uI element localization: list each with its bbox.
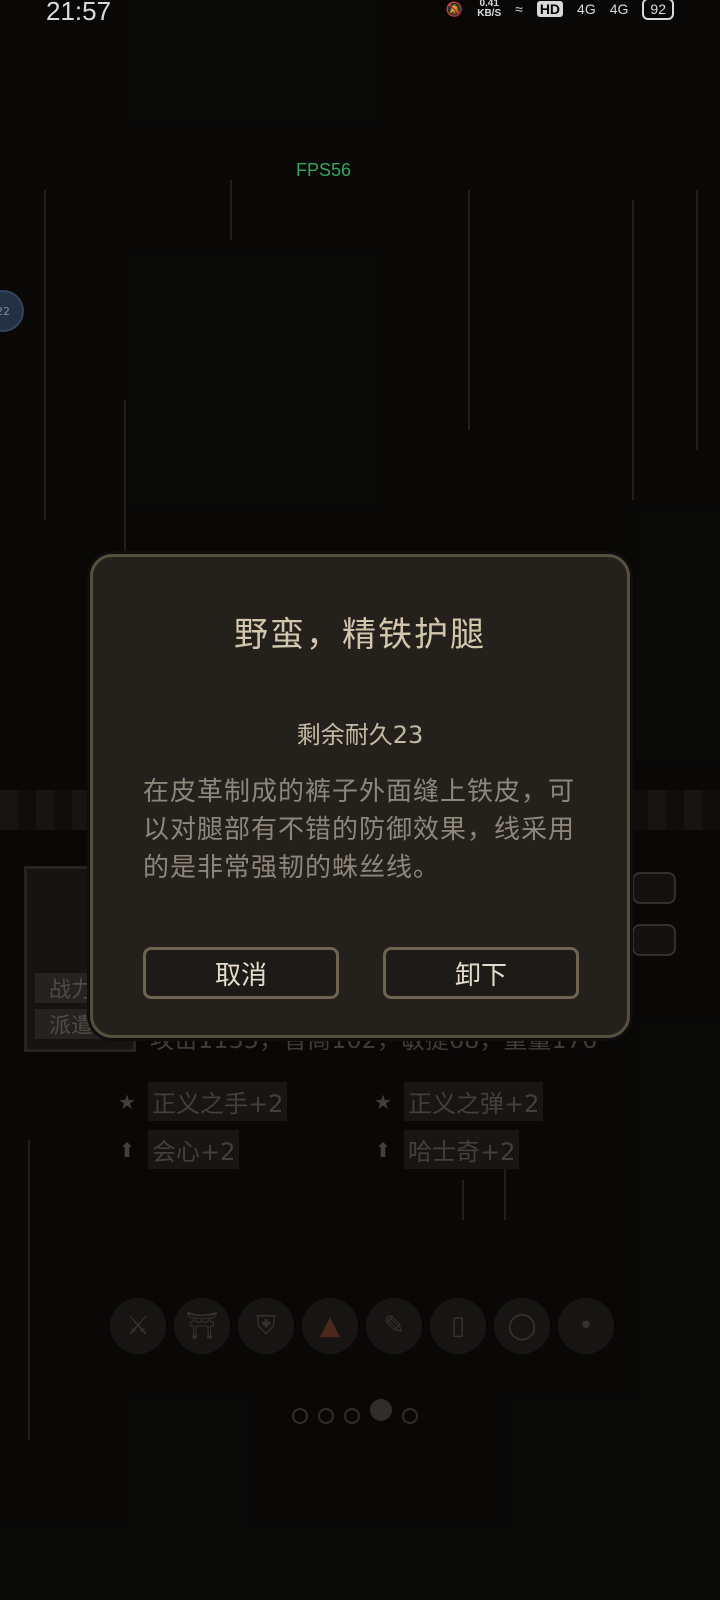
item-description: 在皮革制成的裤子外面缝上铁皮，可以对腿部有不错的防御效果，线采用的是非常强韧的蛛…: [143, 777, 576, 883]
unequip-button[interactable]: 卸下: [383, 947, 579, 999]
cancel-button[interactable]: 取消: [143, 947, 339, 999]
item-durability: 剩余耐久23: [296, 721, 424, 749]
item-title: 野蛮，精铁护腿: [234, 615, 486, 655]
item-detail-dialog: 野蛮，精铁护腿 剩余耐久23 在皮革制成的裤子外面缝上铁皮，可以对腿部有不错的防…: [90, 554, 630, 1038]
